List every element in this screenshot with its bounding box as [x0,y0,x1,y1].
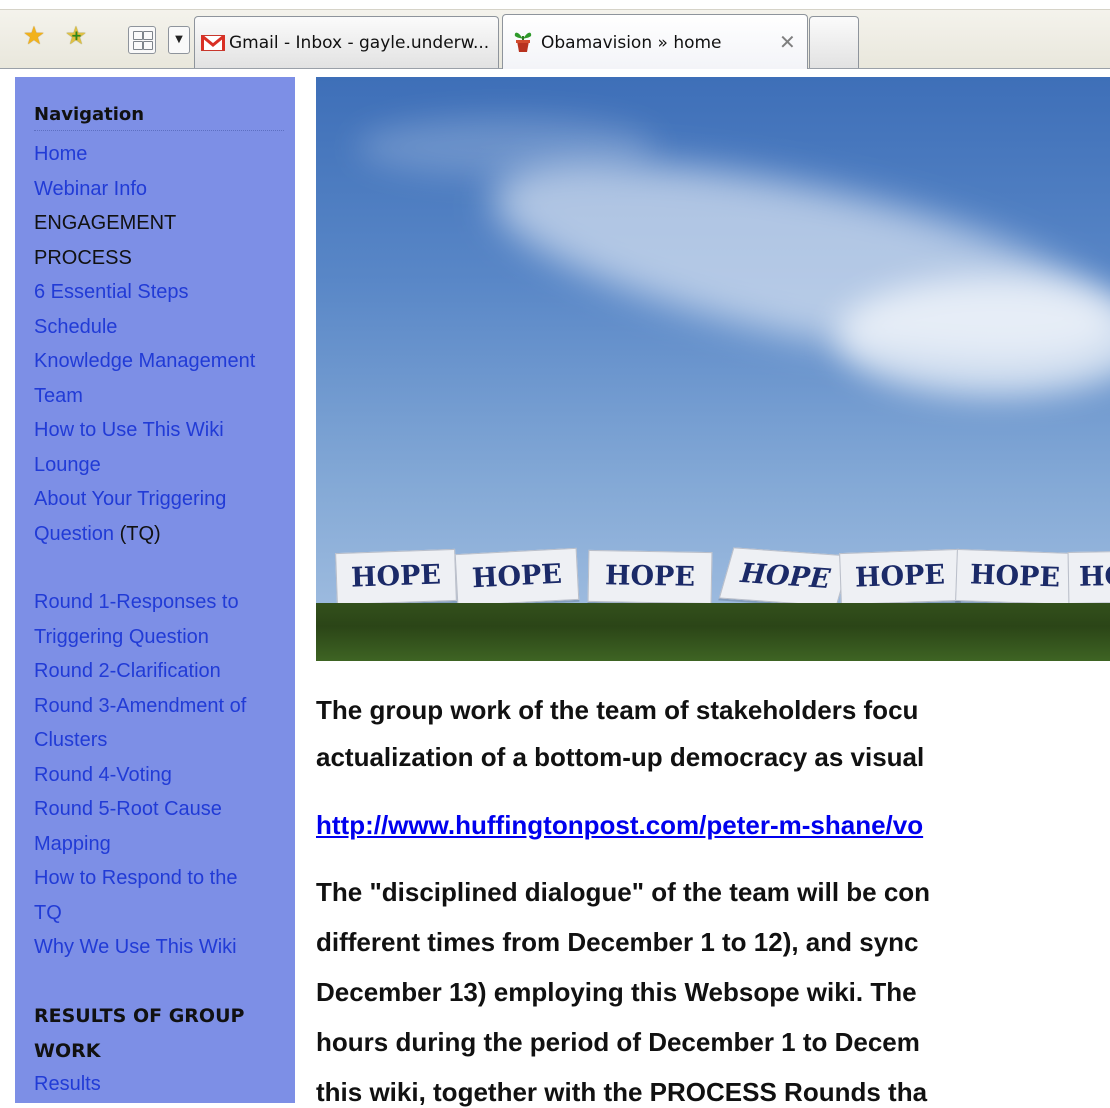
new-tab-button[interactable] [809,16,859,68]
sidebar-item-webinar-info[interactable]: Webinar Info [34,172,289,207]
sidebar-item-schedule[interactable]: Schedule [34,310,289,345]
sidebar-item-round-1-cont[interactable]: Triggering Question [34,620,289,655]
nav-link[interactable]: Home [34,143,87,165]
nav-link[interactable]: Question [34,523,114,545]
close-tab-icon[interactable]: ✕ [779,30,796,54]
nav-link[interactable]: Round 4-Voting [34,764,172,786]
navigation-heading: Navigation [34,104,284,131]
gmail-icon [201,35,225,51]
sidebar-text-engagement: ENGAGEMENT [34,206,289,241]
grid-cell-icon [133,41,143,50]
rounds-list: Round 1-Responses to Triggering Question… [34,585,289,965]
sidebar-item-team[interactable]: Team [34,379,289,414]
nav-text: PROCESS [34,246,132,269]
nav-link[interactable]: Mapping [34,833,111,855]
nav-link[interactable]: Lounge [34,454,101,476]
nav-link[interactable]: Team [34,385,83,407]
plant-pot-icon [514,32,532,52]
nav-link[interactable]: Clusters [34,729,107,751]
hope-sign: HOPE [335,548,457,606]
sidebar-item-about-tq[interactable]: About Your Triggering [34,482,289,517]
nav-link[interactable]: Why We Use This Wiki [34,936,237,958]
nav-link[interactable]: Triggering Question [34,626,209,648]
sidebar-item-round-2[interactable]: Round 2-Clarification [34,654,289,689]
tab-obamavision[interactable]: Obamavision » home ✕ [502,14,808,69]
nav-link[interactable]: About Your Triggering [34,488,226,510]
grid-cell-icon [133,31,143,40]
sidebar-item-how-to-respond-cont[interactable]: TQ [34,896,289,931]
hope-signs-row: HOPE HOPE HOPE HOPE HOPE HOPE HOPE [316,547,1110,611]
results-heading-line: RESULTS OF GROUP [34,1005,245,1027]
dialogue-paragraph-line: hours during the period of December 1 to… [316,1027,920,1057]
tab-label: Gmail - Inbox - gayle.underw... [229,33,490,53]
nav-link[interactable]: Webinar Info [34,178,147,200]
sidebar-item-knowledge-management[interactable]: Knowledge Management [34,344,289,379]
bookmark-star-icon[interactable]: ★ [20,22,48,50]
plus-icon: + [71,29,82,44]
tab-gmail[interactable]: Gmail - Inbox - gayle.underw... [194,16,499,68]
hope-sign: HOPE [587,549,713,605]
nav-link[interactable]: Knowledge Management [34,350,255,372]
hero-image: HOPE HOPE HOPE HOPE HOPE HOPE HOPE [316,77,1110,661]
nav-link[interactable]: Round 5-Root Cause [34,798,222,820]
tab-grid-button[interactable] [128,26,156,54]
nav-link[interactable]: How to Use This Wiki [34,419,224,441]
nav-suffix: (TQ) [114,522,161,545]
hope-sign: HOPE [1067,550,1110,604]
grid-cell-icon [143,31,153,40]
hope-sign: HOPE [955,548,1075,606]
sidebar-item-how-to-respond[interactable]: How to Respond to the [34,861,289,896]
sidebar-item-round-5[interactable]: Round 5-Root Cause [34,792,289,827]
sidebar-item-6-essential-steps[interactable]: 6 Essential Steps [34,275,289,310]
nav-link[interactable]: Results [34,1073,101,1095]
sidebar-text-process: PROCESS [34,241,289,276]
sidebar-item-round-3[interactable]: Round 3-Amendment of [34,689,289,724]
nav-text: ENGAGEMENT [34,212,177,234]
grid-cell-icon [143,41,153,50]
sidebar-item-lounge[interactable]: Lounge [34,448,289,483]
huffingtonpost-link[interactable]: http://www.huffingtonpost.com/peter-m-sh… [316,810,1110,841]
chevron-down-icon: ▼ [175,34,183,45]
nav-link[interactable]: Round 3-Amendment of [34,695,246,717]
nav-link[interactable]: 6 Essential Steps [34,281,189,303]
grass-field [316,603,1110,661]
nav-link[interactable]: Round 1-Responses to [34,591,239,613]
nav-link[interactable]: TQ [34,902,62,924]
sidebar-item-results[interactable]: Results [34,1067,289,1102]
nav-link[interactable]: Schedule [34,316,117,338]
dialogue-paragraph-line: different times from December 1 to 12), … [316,927,919,957]
dialogue-paragraph-line: this wiki, together with the PROCESS Rou… [316,1077,928,1107]
nav-link[interactable]: Round 2-Clarification [34,660,221,682]
intro-paragraph-line: actualization of a bottom-up democracy a… [316,742,925,772]
nav-link[interactable]: How to Respond to the [34,867,237,889]
tab-list-dropdown-button[interactable]: ▼ [168,26,190,54]
results-heading-line: WORK [34,1040,101,1062]
dialogue-paragraph-line: December 13) employing this Websope wiki… [316,977,917,1007]
browser-toolbar: ★ ★ + ▼ Gmail - Inbox - gayle.underw... O… [0,0,1110,69]
nav-list: Home Webinar Info ENGAGEMENT PROCESS 6 E… [34,137,289,551]
dialogue-paragraph-line: The "disciplined dialogue" of the team w… [316,877,931,907]
sidebar-item-round-1[interactable]: Round 1-Responses to [34,585,289,620]
sidebar-navigation: Navigation Home Webinar Info ENGAGEMENT … [15,77,295,1103]
sidebar-item-question[interactable]: Question (TQ) [34,517,289,552]
add-bookmark-star-icon[interactable]: ★ + [62,22,90,50]
hope-sign: HOPE [839,548,961,606]
sidebar-item-round-3-cont[interactable]: Clusters [34,723,289,758]
sidebar-item-round-4[interactable]: Round 4-Voting [34,758,289,793]
results-heading: RESULTS OF GROUP WORK [34,999,284,1069]
toolbar-top-edge [0,0,1110,10]
intro-paragraph-line: The group work of the team of stakeholde… [316,695,919,725]
hope-sign: HOPE [454,547,580,607]
results-list: Results [34,1067,289,1102]
sidebar-item-home[interactable]: Home [34,137,289,172]
hope-sign: HOPE [718,547,852,607]
tab-label: Obamavision » home [541,33,722,53]
sidebar-item-round-5-cont[interactable]: Mapping [34,827,289,862]
sidebar-item-why-we-use-wiki[interactable]: Why We Use This Wiki [34,930,289,965]
sidebar-item-how-to-use-this-wiki[interactable]: How to Use This Wiki [34,413,289,448]
